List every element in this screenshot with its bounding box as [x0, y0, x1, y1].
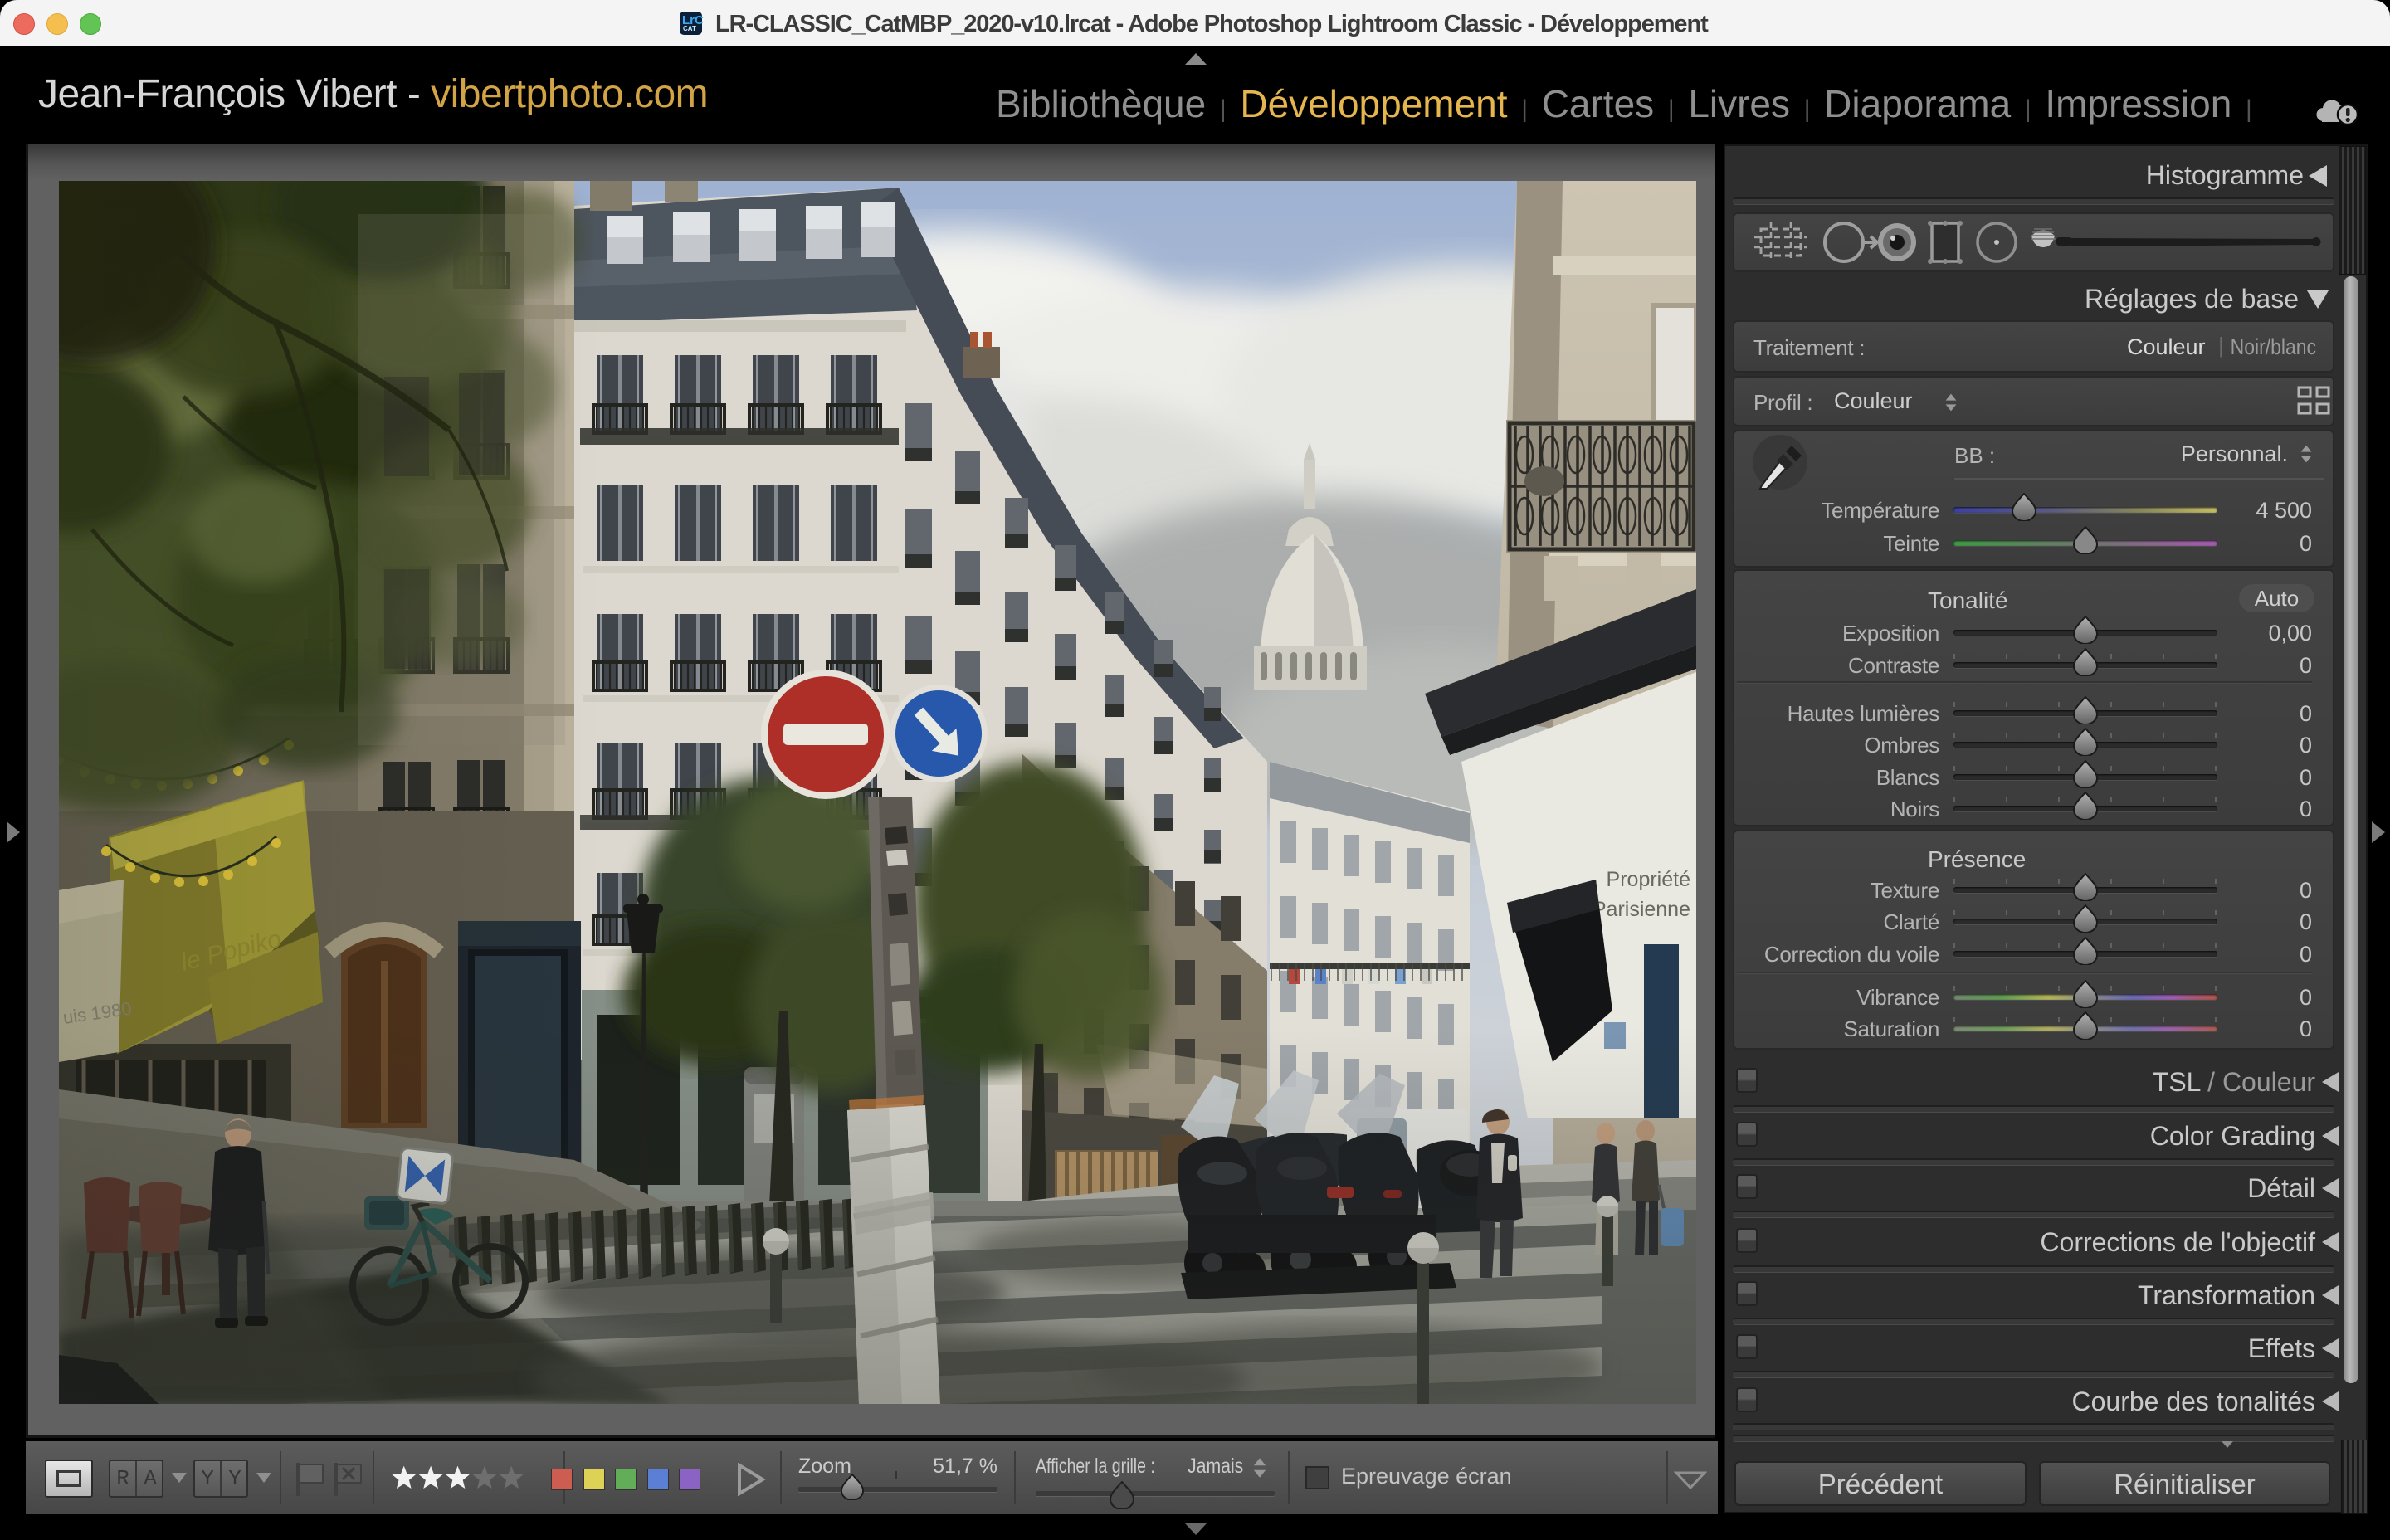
svg-text:Parisienne: Parisienne: [1593, 898, 1690, 921]
svg-text:Propriété: Propriété: [1607, 868, 1690, 891]
